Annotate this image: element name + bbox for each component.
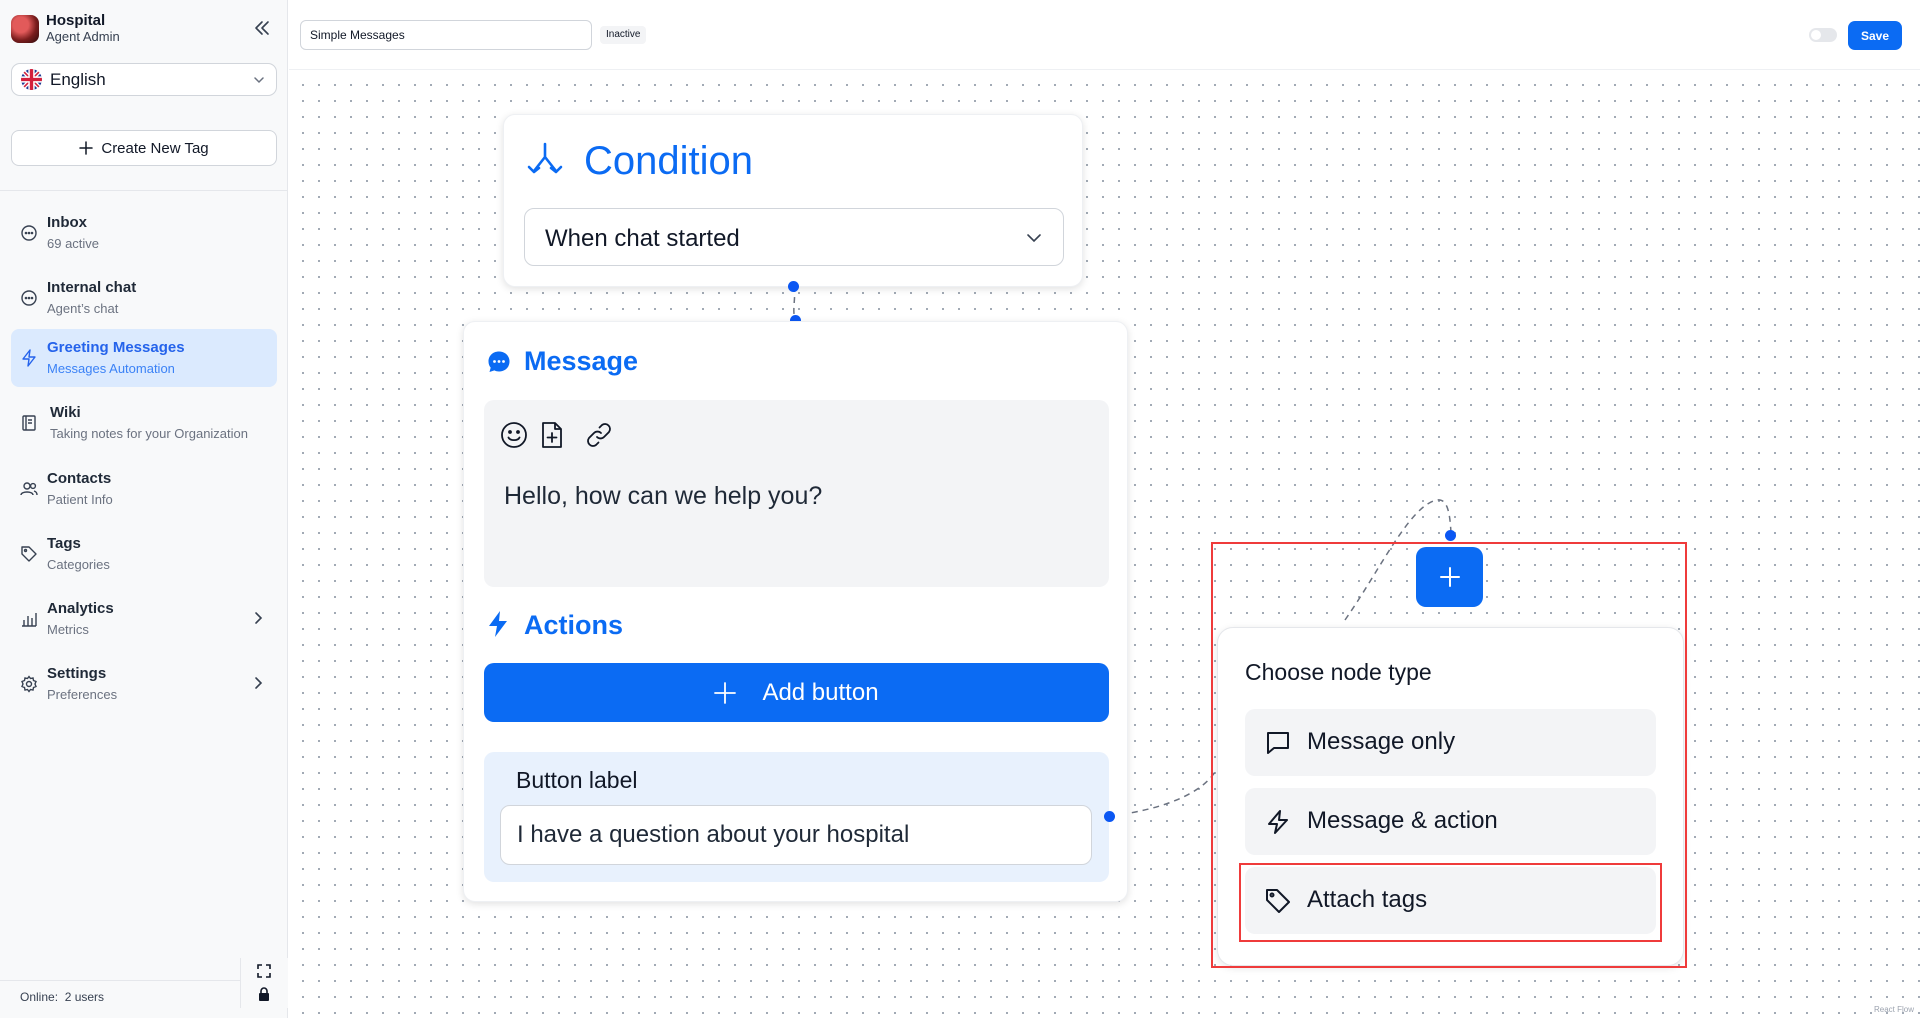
organization-logo bbox=[11, 14, 39, 43]
sidebar-divider bbox=[0, 190, 288, 191]
online-status: Online: 2 users bbox=[20, 990, 104, 1004]
button-output-handle[interactable] bbox=[1104, 811, 1115, 822]
lightning-icon bbox=[22, 349, 36, 367]
active-toggle[interactable] bbox=[1809, 28, 1837, 42]
chevron-right-icon bbox=[255, 612, 263, 624]
save-button[interactable]: Save bbox=[1848, 21, 1902, 50]
emoji-icon[interactable] bbox=[499, 420, 529, 450]
sidebar-item-label: Wiki bbox=[50, 404, 81, 421]
lightning-icon bbox=[489, 611, 507, 637]
sidebar-item-sublabel: Metrics bbox=[47, 622, 89, 637]
condition-node[interactable]: Condition When chat started bbox=[503, 114, 1083, 287]
sidebar-item-label: Tags bbox=[47, 535, 81, 552]
sidebar-item-label: Inbox bbox=[47, 214, 87, 231]
plus-icon bbox=[79, 141, 94, 155]
chat-bubble-icon bbox=[21, 290, 37, 306]
message-text[interactable]: Hello, how can we help you? bbox=[504, 482, 822, 511]
gear-icon bbox=[21, 675, 37, 693]
plus-icon bbox=[1439, 567, 1460, 587]
language-select[interactable]: English bbox=[11, 63, 277, 96]
language-label: English bbox=[50, 69, 106, 89]
fit-view-icon[interactable] bbox=[255, 962, 273, 980]
node-type-chooser: Choose node type Message only Message & … bbox=[1217, 627, 1684, 966]
book-icon bbox=[22, 415, 36, 431]
sidebar-item-inbox[interactable]: Inbox 69 active bbox=[11, 204, 277, 262]
users-icon bbox=[20, 482, 38, 496]
node-option-attach-tags[interactable]: Attach tags bbox=[1245, 867, 1656, 934]
online-label: Online: bbox=[20, 990, 59, 1004]
node-option-label: Message only bbox=[1307, 728, 1456, 755]
sidebar-item-contacts[interactable]: Contacts Patient Info bbox=[11, 460, 277, 518]
chooser-title: Choose node type bbox=[1245, 659, 1432, 685]
sidebar-item-label: Analytics bbox=[47, 600, 114, 617]
sidebar: Hospital Agent Admin English Create New … bbox=[0, 0, 288, 1018]
add-button-button[interactable]: Add button bbox=[484, 663, 1109, 722]
message-title: Message bbox=[524, 346, 639, 376]
sidebar-item-wiki[interactable]: Wiki Taking notes for your Organization bbox=[11, 394, 277, 452]
chevron-right-icon bbox=[255, 677, 263, 689]
sidebar-item-sublabel: Agent’s chat bbox=[47, 301, 119, 316]
lightning-icon bbox=[1268, 810, 1288, 834]
link-icon[interactable] bbox=[584, 420, 614, 450]
condition-select[interactable]: When chat started bbox=[524, 208, 1064, 266]
status-badge: Inactive bbox=[600, 26, 647, 44]
editor-header: Inactive Save bbox=[289, 0, 1920, 70]
button-label-heading: Button label bbox=[516, 767, 638, 793]
tag-icon bbox=[21, 546, 37, 562]
chevron-down-icon bbox=[1027, 234, 1041, 243]
split-arrow-icon bbox=[527, 142, 563, 174]
sidebar-item-sublabel: Preferences bbox=[47, 687, 118, 702]
condition-output-handle[interactable] bbox=[788, 281, 799, 292]
flow-controls bbox=[240, 958, 288, 1008]
sidebar-item-settings[interactable]: Settings Preferences bbox=[11, 655, 277, 713]
sidebar-footer-divider bbox=[0, 980, 240, 981]
node-option-message-only[interactable]: Message only bbox=[1245, 709, 1656, 776]
sidebar-item-label: Greeting Messages bbox=[47, 339, 185, 356]
collapse-sidebar-icon[interactable] bbox=[252, 18, 272, 38]
sidebar-item-sublabel: 69 active bbox=[47, 236, 100, 251]
add-node-button[interactable] bbox=[1416, 547, 1483, 607]
user-role: Agent Admin bbox=[46, 29, 120, 44]
sidebar-item-sublabel: Categories bbox=[47, 557, 110, 572]
sidebar-item-sublabel: Taking notes for your Organization bbox=[50, 426, 248, 441]
sidebar-item-sublabel: Patient Info bbox=[47, 492, 113, 507]
bar-chart-icon bbox=[22, 613, 37, 627]
condition-title: Condition bbox=[584, 139, 754, 183]
button-label-section: Button label I have a question about you… bbox=[484, 752, 1109, 882]
create-new-tag-label: Create New Tag bbox=[101, 139, 209, 157]
react-flow-attribution[interactable]: React Flow bbox=[1874, 1005, 1914, 1014]
brand: Hospital Agent Admin bbox=[11, 12, 120, 45]
message-editor[interactable]: Hello, how can we help you? bbox=[484, 400, 1109, 587]
chat-bubble-icon bbox=[488, 351, 510, 372]
tag-icon bbox=[1266, 889, 1290, 913]
message-node[interactable]: Message Hello, how can we help you? Acti… bbox=[463, 321, 1128, 902]
attach-file-icon[interactable] bbox=[537, 420, 567, 450]
add-button-label: Add button bbox=[762, 678, 879, 706]
condition-selected-value: When chat started bbox=[545, 225, 740, 252]
button-label-input[interactable]: I have a question about your hospital bbox=[500, 805, 1092, 865]
sidebar-item-analytics[interactable]: Analytics Metrics bbox=[11, 590, 277, 648]
uk-flag-icon bbox=[21, 69, 42, 90]
flow-name-input[interactable] bbox=[300, 20, 592, 50]
plus-icon bbox=[714, 681, 737, 704]
lock-icon[interactable] bbox=[255, 985, 273, 1003]
sidebar-item-internal-chat[interactable]: Internal chat Agent’s chat bbox=[11, 269, 277, 327]
organization-name: Hospital bbox=[46, 12, 106, 29]
node-option-label: Message & action bbox=[1307, 807, 1498, 834]
sidebar-item-sublabel: Messages Automation bbox=[47, 361, 175, 376]
sidebar-item-label: Internal chat bbox=[47, 279, 137, 296]
node-option-message-and-action[interactable]: Message & action bbox=[1245, 788, 1656, 855]
sidebar-item-tags[interactable]: Tags Categories bbox=[11, 525, 277, 583]
chevron-down-icon bbox=[254, 77, 264, 84]
message-square-icon bbox=[1267, 732, 1289, 754]
node-option-label: Attach tags bbox=[1307, 886, 1428, 913]
chooser-input-handle[interactable] bbox=[1445, 530, 1456, 541]
online-count: 2 users bbox=[64, 990, 105, 1004]
create-new-tag-button[interactable]: Create New Tag bbox=[11, 130, 277, 166]
sidebar-item-label: Settings bbox=[47, 665, 107, 682]
chat-bubble-icon bbox=[21, 225, 37, 241]
sidebar-item-label: Contacts bbox=[47, 470, 112, 487]
actions-title: Actions bbox=[524, 610, 624, 640]
sidebar-item-greeting-messages[interactable]: Greeting Messages Messages Automation bbox=[11, 329, 277, 387]
